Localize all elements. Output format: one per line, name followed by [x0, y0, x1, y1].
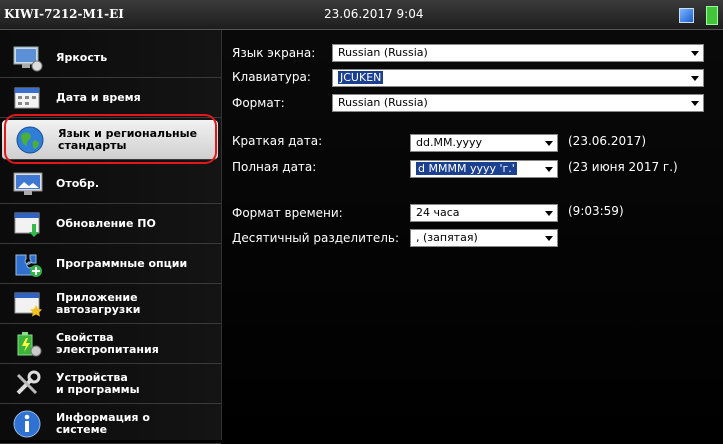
chevron-down-icon — [545, 211, 553, 216]
sidebar-item-date-time[interactable]: Дата и время — [0, 78, 221, 118]
brightness-icon — [12, 43, 44, 73]
info-icon — [12, 409, 44, 439]
keyboard-label: Клавиатура: — [232, 70, 311, 84]
puzzle-icon — [12, 249, 44, 279]
power-icon — [12, 329, 44, 359]
startup-app-icon — [12, 289, 44, 319]
sidebar-item-label: Программные опции — [56, 256, 188, 270]
decimal-separator-dropdown[interactable]: , (запятая) — [410, 229, 558, 247]
short-date-label: Краткая дата: — [232, 134, 323, 148]
screen: KIWI-7212-M1-EI 23.06.2017 9:04 Яркость … — [0, 0, 723, 444]
language-region-settings-panel: Язык экрана: Russian (Russia) Клавиатура… — [222, 30, 723, 440]
sidebar-item-devices-programs[interactable]: Устройства и программы — [0, 364, 221, 404]
top-status-bar: KIWI-7212-M1-EI 23.06.2017 9:04 — [0, 0, 723, 30]
battery-icon[interactable] — [706, 6, 718, 25]
keyboard-dropdown[interactable]: JCUKEN — [332, 69, 704, 87]
format-dropdown[interactable]: Russian (Russia) — [332, 94, 704, 112]
sidebar-item-startup-app[interactable]: Приложение автозагрузки — [0, 284, 221, 324]
sidebar-item-label: Язык и региональные стандарты — [58, 126, 198, 152]
chevron-down-icon — [545, 236, 553, 241]
software-update-icon — [12, 209, 44, 239]
short-date-dropdown[interactable]: dd.MM.yyyy — [410, 134, 558, 152]
sidebar-item-language-region[interactable]: Язык и региональные стандарты — [2, 120, 218, 160]
sidebar-item-label: Информация о системе — [56, 410, 150, 436]
globe-icon — [14, 125, 46, 155]
blue-square-icon[interactable] — [679, 8, 694, 23]
time-format-label: Формат времени: — [232, 206, 343, 220]
long-date-dropdown[interactable]: d MMMM yyyy 'г.' — [410, 160, 558, 178]
display-icon — [12, 169, 44, 199]
sidebar-item-label: Дата и время — [56, 90, 141, 104]
time-format-preview: (9:03:59) — [568, 204, 624, 218]
sidebar-item-label: Отобр. — [56, 176, 100, 190]
sidebar-item-power-properties[interactable]: Свойства электропитания — [0, 324, 221, 364]
chevron-down-icon — [545, 141, 553, 146]
long-date-label: Полная дата: — [232, 160, 317, 174]
time-format-dropdown[interactable]: 24 часа — [410, 204, 558, 222]
long-date-preview: (23 июня 2017 г.) — [568, 160, 678, 174]
sidebar-item-system-info[interactable]: Информация о системе — [0, 404, 221, 444]
decimal-separator-label: Десятичный разделитель: — [232, 231, 400, 245]
sidebar-item-label: Свойства электропитания — [56, 330, 159, 356]
tools-icon — [12, 369, 44, 399]
sidebar-item-label: Яркость — [56, 50, 108, 64]
chevron-down-icon — [545, 167, 553, 172]
format-label: Формат: — [232, 96, 285, 110]
sidebar-item-display[interactable]: Отобр. — [0, 164, 221, 204]
screen-language-label: Язык экрана: — [232, 46, 316, 60]
chevron-down-icon — [691, 51, 699, 56]
sidebar-item-label: Приложение автозагрузки — [56, 290, 141, 316]
sidebar-item-software-options[interactable]: Программные опции — [0, 244, 221, 284]
device-name: KIWI-7212-M1-EI — [4, 7, 124, 21]
screen-language-dropdown[interactable]: Russian (Russia) — [332, 44, 704, 62]
short-date-preview: (23.06.2017) — [568, 134, 647, 148]
settings-sidebar: Яркость Дата и время Язык и региональные… — [0, 30, 222, 444]
status-datetime[interactable]: 23.06.2017 9:04 — [324, 7, 423, 21]
chevron-down-icon — [691, 76, 699, 81]
calendar-icon — [12, 83, 44, 113]
chevron-down-icon — [691, 101, 699, 106]
sidebar-item-software-update[interactable]: Обновление ПО — [0, 204, 221, 244]
sidebar-item-brightness[interactable]: Яркость — [0, 38, 221, 78]
sidebar-item-label: Устройства и программы — [56, 370, 140, 396]
sidebar-item-label: Обновление ПО — [56, 216, 156, 230]
